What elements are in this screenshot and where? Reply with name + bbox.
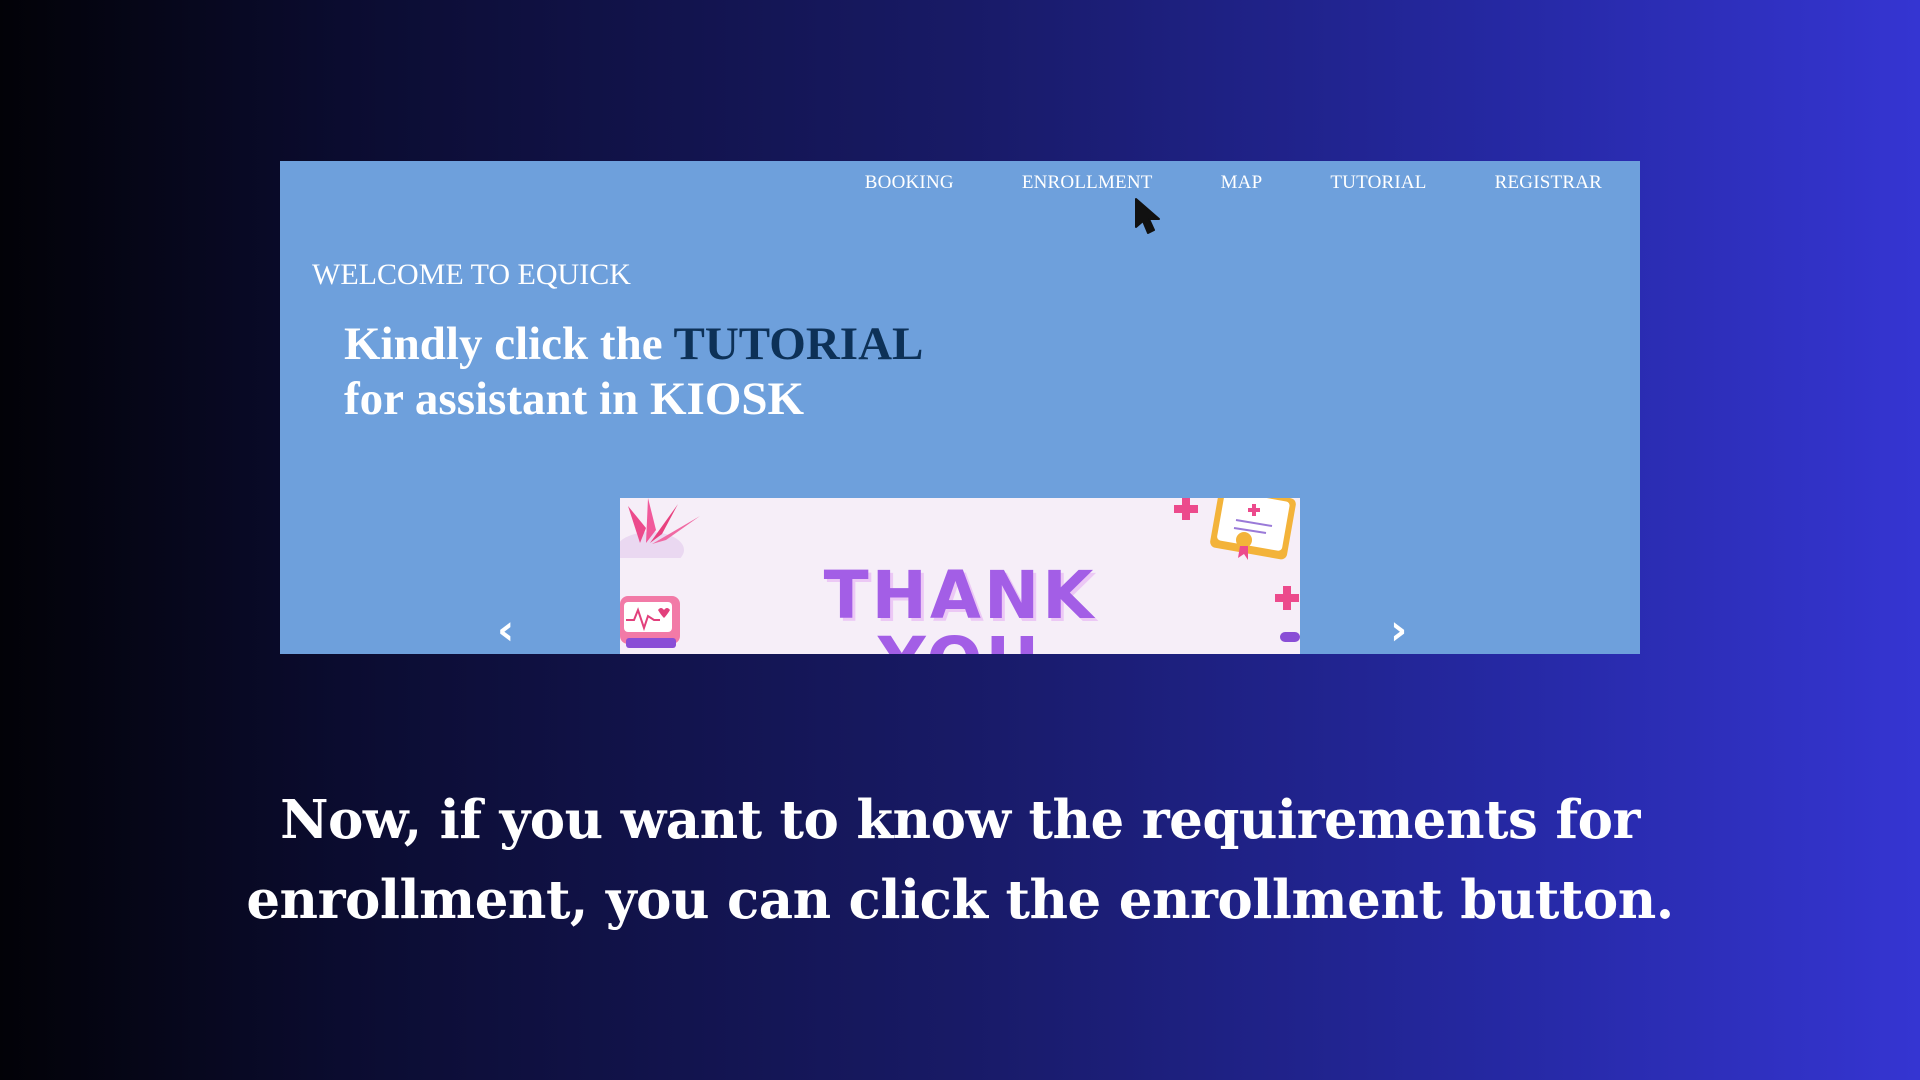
nav-booking[interactable]: BOOKING xyxy=(865,171,954,195)
caption-line-1: Now, if you want to know the requirement… xyxy=(280,789,1640,851)
prompt-line2: for assistant in KIOSK xyxy=(344,373,805,425)
medical-cross-icon xyxy=(1174,498,1198,520)
kiosk-website: BOOKING ENROLLMENT MAP TUTORIAL REGISTRA… xyxy=(280,161,1640,654)
welcome-heading: WELCOME TO EQUICK xyxy=(312,258,631,291)
top-nav: BOOKING ENROLLMENT MAP TUTORIAL REGISTRA… xyxy=(865,171,1602,195)
carousel-slide: THANK YOU xyxy=(620,498,1300,654)
carousel-next-icon[interactable]: › xyxy=(1390,607,1407,653)
tutorial-prompt: Kindly click the TUTORIAL for assistant … xyxy=(344,317,923,427)
leaf-icon xyxy=(620,498,700,558)
caption-line-2: enrollment, you can click the enrollment… xyxy=(246,869,1674,931)
nav-map[interactable]: MAP xyxy=(1221,171,1263,195)
carousel-prev-icon[interactable]: ‹ xyxy=(497,607,514,653)
slide-subtitle: YOU xyxy=(620,626,1300,655)
certificate-icon xyxy=(1210,498,1296,560)
nav-registrar[interactable]: REGISTRAR xyxy=(1495,171,1602,195)
prompt-text: Kindly click the xyxy=(344,318,674,370)
prompt-accent: TUTORIAL xyxy=(673,318,924,370)
nav-tutorial[interactable]: TUTORIAL xyxy=(1330,171,1426,195)
mouse-pointer-icon xyxy=(1135,198,1160,234)
subtitle-caption: Now, if you want to know the requirement… xyxy=(240,780,1680,940)
nav-enrollment[interactable]: ENROLLMENT xyxy=(1022,171,1153,195)
slide-title: THANK xyxy=(823,557,1097,634)
